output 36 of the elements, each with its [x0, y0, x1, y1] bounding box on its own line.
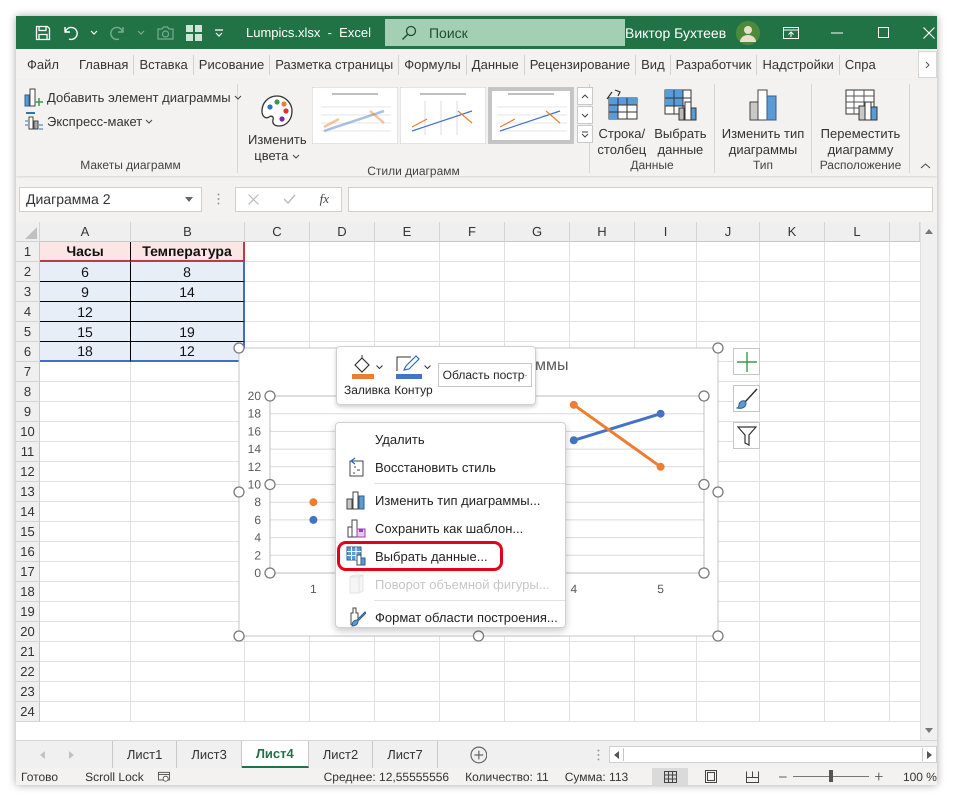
table-cell: 18 — [40, 342, 131, 362]
axis-label: 6 — [254, 512, 261, 527]
window-title: Lumpics.xlsx - Excel — [246, 25, 371, 40]
status-text: Готово — [21, 770, 58, 784]
axis-label: 2 — [254, 548, 261, 562]
status-average: Среднее: 12,55555556 — [324, 770, 450, 784]
table-cell: Часы — [40, 242, 131, 262]
axis-label: 5 — [657, 582, 664, 596]
table-cell: 15 — [40, 322, 131, 342]
table-cell: Температура — [131, 242, 245, 262]
axis-label: 20 — [248, 389, 261, 403]
table-cell: 8 — [131, 262, 245, 282]
axis-label: 14 — [248, 442, 261, 456]
axis-label: 4 — [570, 582, 578, 596]
table-cell: 12 — [131, 342, 245, 362]
table-cell: 14 — [131, 282, 245, 302]
axis-label: 16 — [248, 424, 261, 438]
status-text: Scroll Lock — [85, 770, 144, 784]
table-cell: 12 — [40, 302, 131, 322]
group-label: Стили диаграмм — [366, 164, 461, 179]
axis-label: 10 — [248, 478, 261, 492]
axis-label: 1 — [310, 582, 317, 596]
table-cell: 9 — [40, 282, 131, 302]
axis-label: 0 — [254, 566, 261, 580]
table-cell: 19 — [131, 322, 245, 342]
group-label: Данные — [629, 158, 675, 173]
axis-label: 4 — [254, 530, 261, 545]
axis-label: 8 — [254, 495, 261, 510]
group-label: Тип — [752, 158, 774, 173]
axis-label: 18 — [248, 406, 261, 421]
table-cell: 6 — [40, 262, 131, 282]
group-label: Макеты диаграмм — [79, 158, 182, 173]
status-count: Количество: 11 — [465, 770, 549, 784]
axis-label: 12 — [248, 460, 261, 474]
status-sum: Сумма: 113 — [564, 770, 628, 784]
group-label: Расположение — [818, 158, 902, 173]
